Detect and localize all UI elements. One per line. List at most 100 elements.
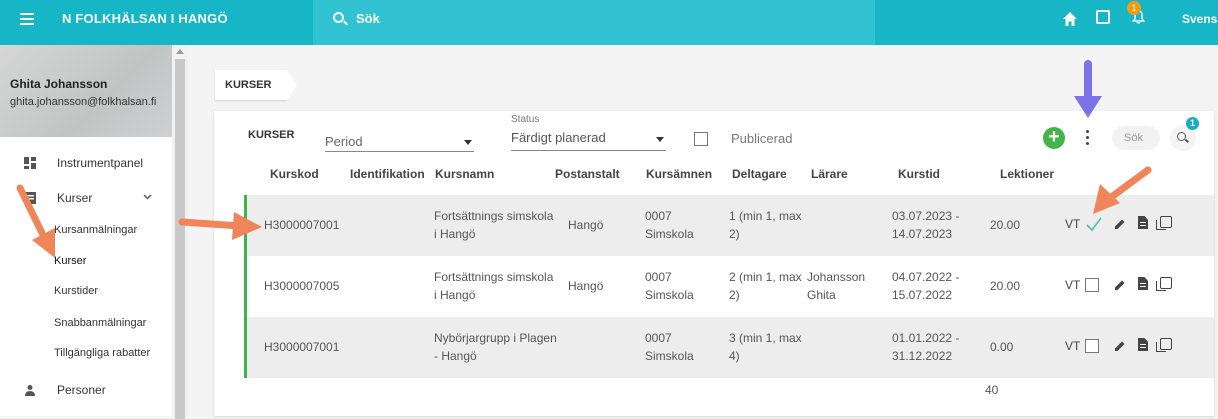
sidebar-item-label: Personer — [57, 383, 106, 397]
courses-icon — [24, 192, 36, 204]
language-selector[interactable]: Svensk — [1182, 12, 1218, 26]
add-course-button[interactable]: + — [1043, 127, 1065, 149]
table-row[interactable]: H3000007001 Nybörjargrupp i Plagen - Han… — [244, 317, 1214, 378]
breadcrumb[interactable]: KURSER — [215, 70, 297, 100]
status-select[interactable]: Färdigt planerad — [511, 127, 666, 151]
cell-kursnamn-line1: Fortsättnings simskola — [434, 209, 554, 223]
scroll-up-icon[interactable] — [176, 49, 184, 54]
user-email: ghita.johansson@folkhalsan.fi — [10, 96, 157, 108]
scrollbar-thumb[interactable] — [175, 59, 185, 419]
column-header-postanstalt[interactable]: Postanstalt — [555, 167, 620, 181]
cell-kurstid-line2: 14.07.2023 — [892, 227, 953, 241]
cell-kursamnen-line2: Simskola — [645, 288, 694, 302]
column-header-lektioner[interactable]: Lektioner — [1000, 167, 1054, 181]
cell-lektioner: 0.00 — [990, 340, 1014, 354]
sidebar-subitem-kursanmalningar[interactable]: Kursanmälningar — [54, 224, 137, 236]
cell-kursamnen-line1: 0007 — [645, 209, 672, 223]
cell-kurstid-line1: 01.01.2022 - — [892, 331, 960, 345]
caret-down-icon — [656, 137, 664, 142]
vt-label: VT — [1065, 278, 1081, 292]
sidebar-item-kurser[interactable]: Kurser — [0, 183, 172, 213]
main-content: KURSER KURSER Period Status Färdigt plan… — [189, 45, 1218, 416]
table-search-input[interactable]: Sök — [1112, 126, 1160, 150]
status-label: Status — [511, 114, 540, 125]
cell-kursamnen-line1: 0007 — [645, 331, 672, 345]
cell-larare-line2: Ghita — [807, 288, 836, 302]
user-name: Ghita Johansson — [10, 77, 108, 91]
edit-icon[interactable] — [1114, 279, 1126, 291]
search-button[interactable]: 1 — [1170, 117, 1199, 151]
total-lessons: 40 — [985, 383, 999, 397]
cell-kurskod: H3000007005 — [264, 279, 340, 293]
cell-kursamnen-line2: Simskola — [645, 227, 694, 241]
column-header-deltagare[interactable]: Deltagare — [732, 167, 787, 181]
cell-deltagare-line2: 2) — [729, 227, 740, 241]
cell-deltagare-line1: 2 (min 1, max — [729, 270, 802, 284]
copy-icon[interactable] — [1156, 216, 1172, 230]
cell-deltagare-line1: 3 (min 1, max — [729, 331, 802, 345]
cell-kurskod: H3000007001 — [264, 218, 340, 232]
sidebar: Ghita Johansson ghita.johansson@folkhals… — [0, 45, 188, 419]
global-search-placeholder: Sök — [356, 11, 380, 26]
cell-deltagare-line2: 2) — [729, 288, 740, 302]
notification-badge: 1 — [1127, 1, 1141, 15]
column-header-larare[interactable]: Lärare — [811, 167, 848, 181]
status-value: Färdigt planerad — [511, 130, 606, 145]
cell-kursamnen-line2: Simskola — [645, 349, 694, 363]
top-bar: N FOLKHÄLSAN I HANGÖ Sök 1 Svensk — [0, 0, 1218, 45]
published-checkbox[interactable] — [694, 132, 708, 146]
cell-kursnamn-line1: Fortsättnings simskola — [434, 270, 554, 284]
dashboard-icon — [24, 157, 36, 169]
app-title: N FOLKHÄLSAN I HANGÖ — [62, 11, 228, 26]
cell-postanstalt: Hangö — [568, 279, 604, 293]
document-icon[interactable] — [1138, 277, 1148, 290]
cell-deltagare-line1: 1 (min 1, max — [729, 209, 802, 223]
column-header-identifikation[interactable]: Identifikation — [350, 167, 425, 181]
cell-kurstid-line2: 31.12.2022 — [892, 349, 953, 363]
edit-icon[interactable] — [1114, 218, 1126, 230]
sidebar-item-instrumentpanel[interactable]: Instrumentpanel — [0, 148, 172, 178]
period-select[interactable]: Period — [325, 130, 474, 152]
table-row[interactable]: H3000007001 Fortsättnings simskola i Han… — [244, 195, 1214, 256]
cell-kursnamn-line2: - Hangö — [434, 349, 477, 363]
courses-card: KURSER Period Status Färdigt planerad Pu… — [214, 111, 1214, 416]
sidebar-subitem-tillgangliga-rabatter[interactable]: Tillgängliga rabatter — [54, 347, 150, 359]
sidebar-item-label: Instrumentpanel — [57, 156, 144, 170]
sidebar-subitem-kurstider[interactable]: Kurstider — [54, 285, 98, 297]
cell-kursnamn-line2: i Hangö — [434, 227, 476, 241]
home-icon[interactable] — [1062, 11, 1078, 27]
vt-checkbox[interactable] — [1085, 278, 1099, 292]
vt-label: VT — [1065, 339, 1081, 353]
cell-kurskod: H3000007001 — [264, 340, 340, 354]
user-panel: Ghita Johansson ghita.johansson@folkhals… — [0, 45, 172, 137]
column-header-kurstid[interactable]: Kurstid — [898, 167, 940, 181]
cell-kursnamn-line1: Nybörjargrupp i Plagen — [434, 331, 557, 345]
cell-larare-line1: Johansson — [807, 270, 866, 284]
copy-icon[interactable] — [1156, 338, 1172, 352]
period-placeholder: Period — [325, 134, 363, 149]
sidebar-scrollbar[interactable] — [172, 45, 188, 419]
logout-icon[interactable] — [1096, 10, 1110, 24]
person-icon — [25, 385, 35, 396]
filter-section-label: KURSER — [248, 129, 295, 141]
cell-postanstalt: Hangö — [568, 218, 604, 232]
published-label: Publicerad — [731, 131, 793, 146]
vt-checkbox[interactable] — [1085, 339, 1099, 353]
global-search-input[interactable]: Sök — [313, 0, 875, 45]
caret-down-icon — [464, 140, 472, 145]
document-icon[interactable] — [1138, 216, 1148, 229]
menu-icon[interactable] — [20, 13, 34, 25]
edit-icon[interactable] — [1114, 340, 1126, 352]
sidebar-item-personer[interactable]: Personer — [0, 375, 172, 405]
sidebar-subitem-kurser[interactable]: Kurser — [54, 255, 86, 267]
table-row[interactable]: H3000007005 Fortsättnings simskola i Han… — [244, 256, 1214, 317]
column-header-kursnamn[interactable]: Kursnamn — [435, 167, 494, 181]
column-header-kursamnen[interactable]: Kursämnen — [646, 167, 712, 181]
copy-icon[interactable] — [1156, 277, 1172, 291]
checkmark-icon[interactable] — [1085, 215, 1103, 233]
sidebar-subitem-snabbanmalningar[interactable]: Snabbanmälningar — [54, 317, 146, 329]
sidebar-item-label: Kurser — [57, 191, 93, 205]
document-icon[interactable] — [1138, 338, 1148, 351]
more-options-icon[interactable] — [1086, 130, 1090, 146]
column-header-kurskod[interactable]: Kurskod — [270, 167, 319, 181]
